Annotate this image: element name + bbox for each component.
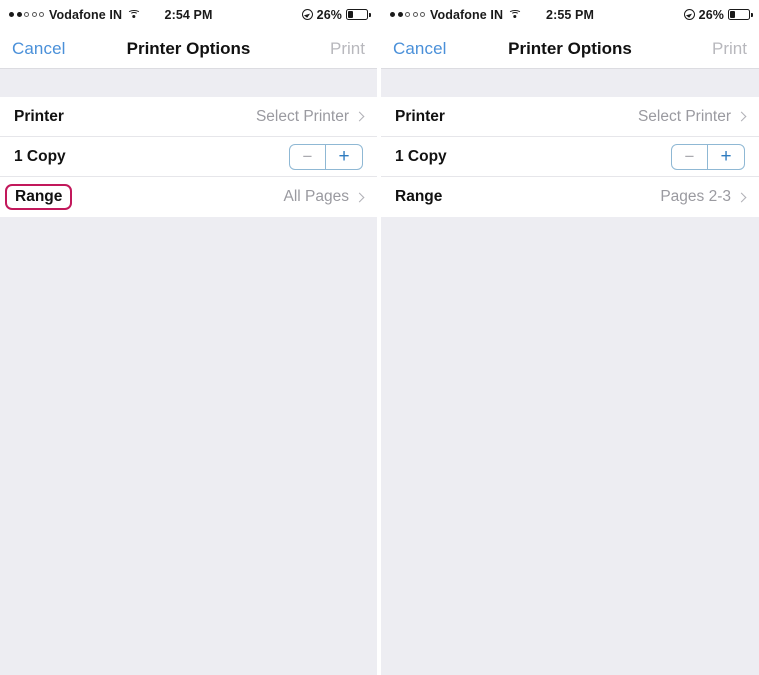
status-bar-right: 26% [301, 7, 371, 22]
row-printer[interactable]: Printer Select Printer [381, 97, 759, 137]
status-bar-left: Vodafone IN [9, 7, 141, 22]
carrier-name: Vodafone IN [430, 7, 504, 22]
row-label: Range [395, 188, 443, 205]
row-right: Select Printer [255, 107, 365, 126]
comparison-screenshot: Vodafone IN 2:54 PM 26% Cancel Printer O… [0, 0, 759, 675]
row-label-highlighted: Range [5, 184, 73, 210]
list-top-spacer [0, 69, 377, 97]
row-right: Pages 2-3 [660, 188, 747, 206]
wifi-icon [127, 9, 141, 20]
phone-panel-after: Vodafone IN 2:55 PM 26% Cancel Printer O… [381, 0, 759, 675]
status-bar: Vodafone IN 2:55 PM 26% [381, 0, 759, 29]
chevron-right-icon [736, 192, 747, 202]
row-range[interactable]: Range All Pages [0, 177, 377, 217]
cancel-button[interactable]: Cancel [12, 39, 66, 59]
row-value: All Pages [283, 188, 349, 205]
status-bar-right: 26% [683, 7, 753, 22]
row-label: Printer [14, 107, 64, 125]
phone-panel-before: Vodafone IN 2:54 PM 26% Cancel Printer O… [0, 0, 377, 675]
row-value: Pages 2-3 [660, 188, 731, 205]
printer-options-list: Printer Select Printer 1 Copy − + Range [0, 97, 377, 217]
row-right: Select Printer [637, 107, 747, 126]
increment-button[interactable]: + [326, 145, 362, 169]
nav-bar: Cancel Printer Options Print [0, 29, 377, 69]
copies-stepper[interactable]: − + [671, 143, 745, 170]
row-right: All Pages [283, 188, 365, 206]
row-value: Select Printer [255, 107, 349, 125]
row-copies: 1 Copy − + [0, 137, 377, 177]
row-printer[interactable]: Printer Select Printer [0, 97, 377, 137]
row-range[interactable]: Range Pages 2-3 [381, 177, 759, 217]
decrement-button[interactable]: − [290, 144, 326, 169]
list-top-spacer [381, 69, 759, 97]
location-arrow-icon [683, 9, 695, 20]
row-right: − + [289, 143, 363, 170]
chevron-right-icon [354, 192, 365, 202]
row-label: Printer [395, 107, 445, 125]
carrier-name: Vodafone IN [49, 7, 123, 22]
list-bottom-spacer [0, 217, 377, 225]
signal-strength-icon [390, 12, 425, 17]
increment-button[interactable]: + [708, 145, 744, 169]
location-arrow-icon [301, 9, 313, 20]
print-button[interactable]: Print [330, 39, 365, 59]
battery-icon [346, 9, 371, 20]
chevron-right-icon [354, 111, 365, 122]
list-bottom-spacer [381, 217, 759, 225]
decrement-button[interactable]: − [672, 144, 708, 169]
row-label: 1 Copy [14, 147, 66, 165]
chevron-right-icon [736, 111, 747, 122]
row-copies: 1 Copy − + [381, 137, 759, 177]
row-value: Select Printer [637, 107, 731, 125]
nav-bar: Cancel Printer Options Print [381, 29, 759, 69]
status-bar-left: Vodafone IN [390, 7, 522, 22]
print-button[interactable]: Print [712, 39, 747, 59]
battery-percent: 26% [316, 7, 342, 22]
copies-stepper[interactable]: − + [289, 143, 363, 170]
row-label: 1 Copy [395, 147, 447, 165]
row-right: − + [671, 143, 745, 170]
battery-percent: 26% [698, 7, 724, 22]
signal-strength-icon [9, 12, 44, 17]
status-bar: Vodafone IN 2:54 PM 26% [0, 0, 377, 29]
printer-options-list: Printer Select Printer 1 Copy − + Range [381, 97, 759, 217]
wifi-icon [508, 9, 522, 20]
cancel-button[interactable]: Cancel [393, 39, 447, 59]
battery-icon [728, 9, 753, 20]
